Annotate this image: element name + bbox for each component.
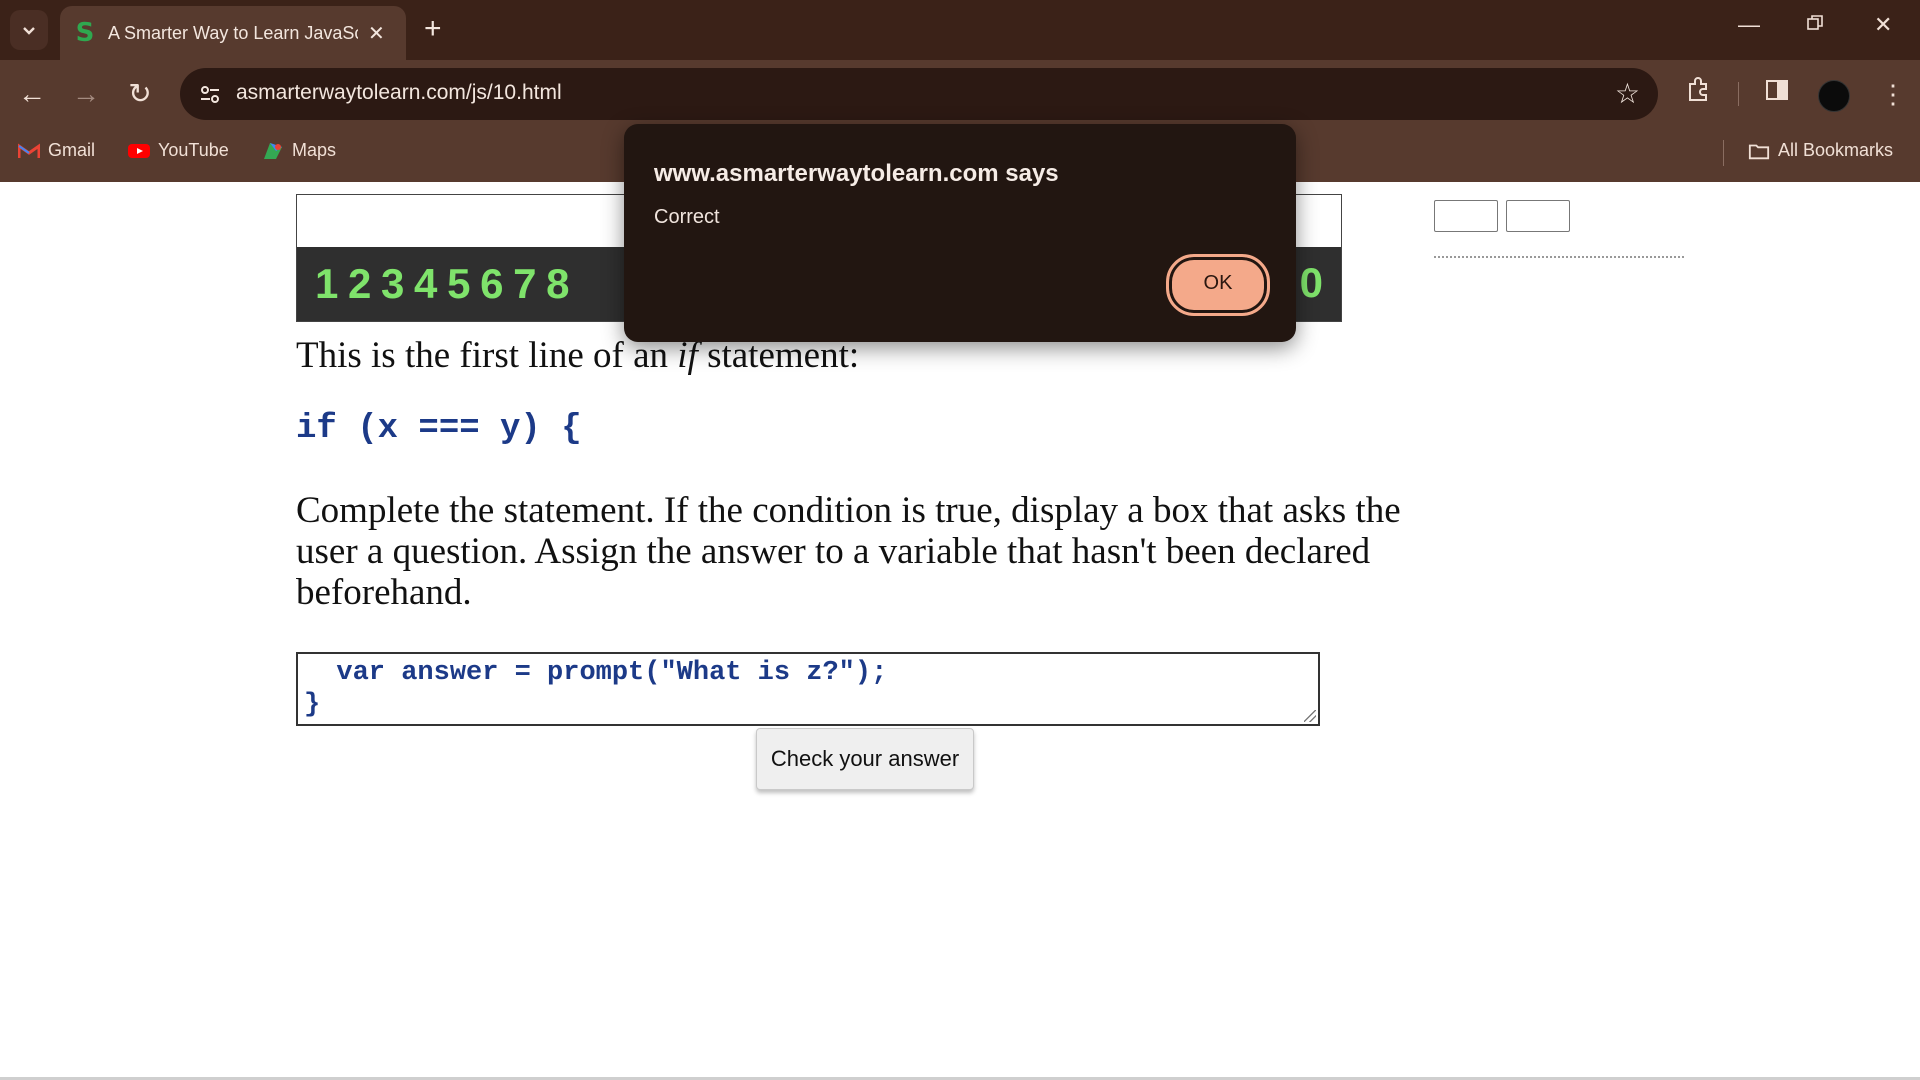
back-icon[interactable]: ← — [14, 76, 50, 112]
side-box-left[interactable] — [1434, 200, 1498, 232]
chapter-number-end[interactable]: 0 — [1300, 259, 1323, 307]
bookmark-label: Maps — [292, 140, 337, 160]
all-bookmarks-label: All Bookmarks — [1778, 140, 1894, 160]
new-tab-button[interactable]: + — [424, 14, 442, 44]
bookmarks-divider — [1723, 140, 1724, 166]
extensions-icon[interactable] — [1684, 76, 1712, 113]
resize-handle[interactable] — [1304, 710, 1316, 722]
code-example: if (x === y) { — [296, 410, 582, 448]
bookmark-label: Gmail — [48, 140, 96, 160]
reload-icon[interactable]: ↻ — [122, 76, 158, 112]
toolbar-divider — [1738, 82, 1739, 106]
instruction-paragraph: Complete the statement. If the condition… — [296, 490, 1401, 613]
alert-dialog: www.asmarterwaytolearn.com says Correct … — [624, 124, 1296, 342]
profile-avatar[interactable] — [1818, 80, 1850, 112]
browser-toolbar: ← → ↻ asmarterwaytolearn.com/js/10.html … — [0, 60, 1920, 128]
answer-textarea[interactable]: var answer = prompt("What is z?"); } — [296, 652, 1320, 726]
minimize-icon[interactable]: — — [1738, 14, 1760, 36]
answer-line-2: } — [304, 690, 321, 720]
menu-kebab-icon[interactable]: ⋮ — [1880, 76, 1906, 112]
site-favicon: S — [75, 18, 95, 48]
site-settings-icon[interactable] — [196, 80, 224, 108]
intro-text-start: This is the first line of an — [296, 335, 678, 376]
side-panel-icon[interactable] — [1764, 76, 1790, 112]
address-bar[interactable]: asmarterwaytolearn.com/js/10.html ☆ — [180, 68, 1658, 120]
forward-icon[interactable]: → — [68, 76, 104, 112]
bookmark-youtube[interactable]: YouTube — [128, 140, 229, 161]
close-tab-icon[interactable]: ✕ — [368, 21, 385, 46]
gmail-icon — [18, 142, 40, 160]
all-bookmarks-button[interactable]: All Bookmarks — [1748, 140, 1893, 161]
tab-title: A Smarter Way to Learn JavaScr — [108, 22, 358, 43]
close-window-icon[interactable]: ✕ — [1874, 14, 1892, 36]
folder-icon — [1748, 142, 1770, 160]
tab-strip: S A Smarter Way to Learn JavaScr ✕ + — ✕ — [0, 0, 1920, 60]
dialog-title: www.asmarterwaytolearn.com says — [654, 160, 1059, 187]
dialog-message: Correct — [654, 206, 720, 228]
maps-icon — [262, 142, 284, 160]
bookmark-gmail[interactable]: Gmail — [18, 140, 95, 161]
answer-line-1: var answer = prompt("What is z?"); — [304, 658, 888, 688]
browser-tab[interactable]: S A Smarter Way to Learn JavaScr ✕ — [60, 6, 406, 60]
chevron-down-icon — [23, 27, 35, 35]
side-box-right[interactable] — [1506, 200, 1570, 232]
check-answer-button[interactable]: Check your answer — [756, 728, 974, 790]
tab-search-button[interactable] — [10, 10, 48, 50]
youtube-icon — [128, 142, 150, 160]
restore-icon[interactable] — [1806, 14, 1824, 36]
bookmark-label: YouTube — [158, 140, 229, 160]
bookmark-star-icon[interactable]: ☆ — [1615, 77, 1640, 110]
dotted-divider — [1434, 256, 1684, 258]
ok-button[interactable]: OK — [1166, 254, 1270, 316]
url-text[interactable]: asmarterwaytolearn.com/js/10.html — [236, 81, 562, 105]
bookmark-maps[interactable]: Maps — [262, 140, 336, 161]
